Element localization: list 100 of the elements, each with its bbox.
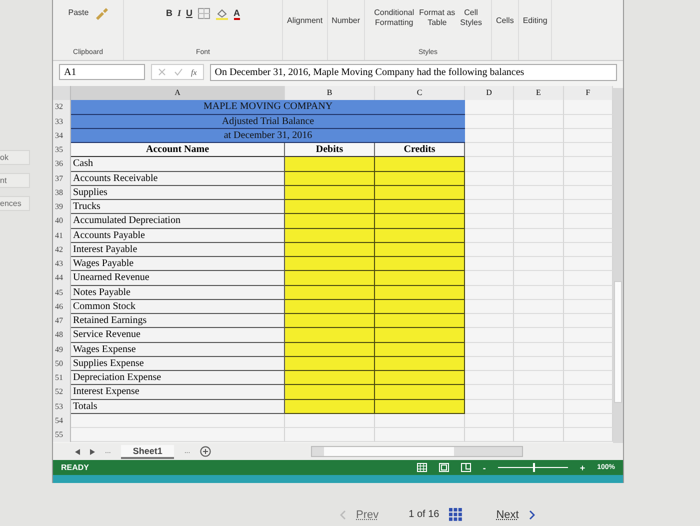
column-header[interactable]: B	[285, 86, 375, 100]
input-cell[interactable]	[285, 228, 375, 243]
sheet-cell[interactable]	[465, 100, 514, 115]
sidebar-link[interactable]: nt	[0, 173, 30, 188]
sheet-cell[interactable]	[465, 342, 514, 357]
format-button[interactable]: U	[186, 8, 192, 18]
input-cell[interactable]	[375, 400, 465, 414]
input-cell[interactable]	[285, 371, 375, 386]
input-cell[interactable]	[375, 172, 465, 186]
fill-color-icon[interactable]	[214, 8, 228, 20]
sheet-cell[interactable]	[465, 242, 514, 258]
sheet-cell[interactable]	[564, 257, 613, 272]
sheet-cell[interactable]	[465, 414, 514, 428]
sheet-cell[interactable]	[514, 414, 564, 428]
sheet-cell[interactable]	[564, 300, 613, 314]
styles-button[interactable]: Format as Table	[419, 8, 456, 28]
sheet-cell[interactable]	[564, 114, 613, 129]
sheet-cell[interactable]	[465, 400, 514, 414]
sheet-cell[interactable]	[514, 242, 564, 258]
page-break-icon[interactable]	[460, 463, 471, 472]
grid-icon[interactable]	[449, 508, 462, 521]
sheet-cell[interactable]	[514, 385, 564, 400]
sheet-cell[interactable]	[564, 271, 613, 286]
sheet-cell[interactable]	[285, 414, 375, 428]
input-cell[interactable]	[285, 385, 375, 400]
sidebar-link[interactable]: ences	[0, 196, 30, 211]
input-cell[interactable]	[285, 400, 375, 414]
sheet-cell[interactable]	[514, 186, 564, 200]
sheet-cell[interactable]	[465, 271, 514, 286]
input-cell[interactable]	[285, 342, 375, 357]
sheet-cell[interactable]	[564, 172, 613, 186]
borders-icon[interactable]	[198, 8, 210, 19]
sheet-cell[interactable]	[375, 414, 465, 428]
sheet-cell[interactable]	[564, 400, 613, 414]
number-button[interactable]: Number	[332, 16, 360, 26]
sheet-cell[interactable]	[71, 414, 285, 428]
sheet-cell[interactable]	[514, 371, 564, 386]
brush-icon[interactable]	[94, 8, 108, 20]
sheet-cell[interactable]	[514, 143, 564, 158]
input-cell[interactable]	[285, 356, 375, 372]
input-cell[interactable]	[285, 186, 375, 200]
cells-button[interactable]: Cells	[496, 16, 514, 26]
sheet-cell[interactable]	[514, 400, 564, 414]
chevron-left-icon[interactable]	[340, 510, 346, 520]
sheet-cell[interactable]	[465, 186, 514, 200]
sheet-cell[interactable]	[465, 286, 514, 300]
sheet-cell[interactable]	[465, 157, 514, 172]
input-cell[interactable]	[375, 314, 465, 328]
sidebar-link[interactable]: ok	[0, 150, 30, 165]
sheet-cell[interactable]	[564, 100, 613, 115]
sheet-cell[interactable]	[514, 356, 564, 372]
sheet-cell[interactable]	[514, 328, 564, 343]
input-cell[interactable]	[375, 356, 465, 372]
zoom-slider[interactable]	[532, 463, 535, 472]
sheet-cell[interactable]	[375, 428, 465, 442]
input-cell[interactable]	[285, 214, 375, 229]
check-icon[interactable]	[174, 68, 183, 76]
prev-link[interactable]: Prev	[356, 508, 379, 520]
sheet-cell[interactable]	[514, 271, 564, 286]
sheet-cell[interactable]	[465, 114, 514, 129]
input-cell[interactable]	[285, 200, 375, 214]
cancel-icon[interactable]	[158, 68, 166, 76]
left-arrow-icon[interactable]	[75, 448, 80, 455]
sheet-cell[interactable]	[514, 286, 564, 300]
sheet-cell[interactable]	[514, 342, 564, 357]
vertical-scrollbar[interactable]	[613, 88, 623, 444]
sheet-cell[interactable]	[514, 100, 564, 115]
column-header[interactable]: F	[564, 86, 613, 100]
next-link[interactable]: Next	[496, 508, 519, 520]
sheet-cell[interactable]	[465, 300, 514, 314]
input-cell[interactable]	[375, 157, 465, 172]
sheet-cell[interactable]	[564, 228, 613, 243]
input-cell[interactable]	[375, 271, 465, 286]
page-layout-icon[interactable]	[438, 463, 449, 472]
sheet-cell[interactable]	[564, 186, 613, 200]
sheet-cell[interactable]	[564, 242, 613, 258]
input-cell[interactable]	[285, 242, 375, 258]
name-box[interactable]: A1	[59, 64, 145, 80]
column-header[interactable]: E	[514, 86, 564, 100]
input-cell[interactable]	[375, 371, 465, 386]
input-cell[interactable]	[375, 385, 465, 400]
input-cell[interactable]	[285, 286, 375, 300]
sheet-cell[interactable]	[564, 371, 613, 386]
sheet-cell[interactable]	[564, 342, 613, 357]
format-button[interactable]: B	[166, 8, 172, 18]
input-cell[interactable]	[375, 300, 465, 314]
column-header[interactable]: D	[465, 86, 514, 100]
sheet-cell[interactable]	[465, 257, 514, 272]
sheet-cell[interactable]	[514, 172, 564, 186]
sheet-cell[interactable]	[564, 128, 613, 144]
horizontal-scrollbar[interactable]	[311, 446, 524, 458]
sheet-cell[interactable]	[514, 114, 564, 129]
function-button[interactable]: fx	[191, 68, 197, 77]
sheet-cell[interactable]	[514, 157, 564, 172]
input-cell[interactable]	[375, 342, 465, 357]
sheet-cell[interactable]	[564, 428, 613, 442]
sheet-cell[interactable]	[465, 385, 514, 400]
input-cell[interactable]	[285, 271, 375, 286]
input-cell[interactable]	[375, 200, 465, 214]
input-cell[interactable]	[375, 328, 465, 343]
